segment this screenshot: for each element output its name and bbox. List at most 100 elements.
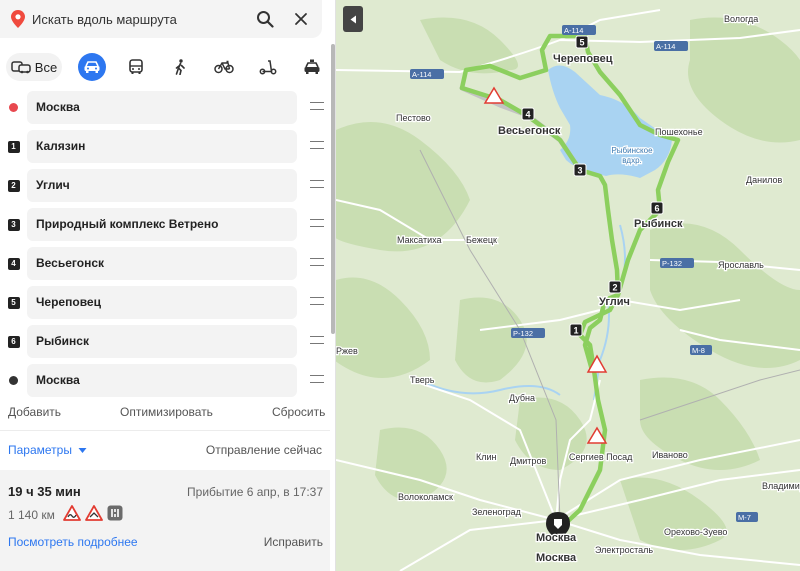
waypoint-row[interactable]: 6 Рыбинск	[0, 324, 335, 363]
drag-handle-icon[interactable]	[310, 375, 324, 383]
city-label: Тверь	[410, 375, 435, 385]
waypoint-input[interactable]: Природный комплекс Ветрено	[27, 208, 297, 241]
road-shield-label: А-114	[412, 70, 431, 79]
waypoint-row[interactable]: Москва	[0, 363, 335, 402]
city-label: Данилов	[746, 175, 782, 185]
city-label: Волоколамск	[398, 492, 453, 502]
route-stop-marker[interactable]: 6	[650, 201, 664, 215]
road-shield: А-114	[654, 41, 688, 51]
city-label: Бежецк	[466, 235, 497, 245]
road-shield-label: Р-132	[513, 329, 533, 338]
close-icon[interactable]	[286, 4, 316, 34]
route-stop-number: 1	[573, 326, 578, 336]
search-icon[interactable]	[250, 4, 280, 34]
route-stop-marker[interactable]: 1	[569, 323, 583, 337]
waypoint-input[interactable]: Москва	[27, 91, 297, 124]
waypoint-marker	[7, 101, 20, 114]
city-label: Владимир	[762, 481, 800, 491]
route-distance: 1 140 км	[8, 508, 55, 522]
view-details-link[interactable]: Посмотреть подробнее	[8, 535, 138, 549]
waypoint-input[interactable]: Москва	[27, 364, 297, 397]
mode-scooter-button[interactable]	[254, 53, 282, 81]
waypoint-input[interactable]: Рыбинск	[27, 325, 297, 358]
waypoint-row[interactable]: 2 Углич	[0, 168, 335, 207]
search-input[interactable]: Искать вдоль маршрута	[32, 12, 250, 27]
add-waypoint-button[interactable]: Добавить	[8, 405, 61, 419]
city-label: Ржев	[336, 346, 358, 356]
drag-handle-icon[interactable]	[310, 102, 324, 110]
drag-handle-icon[interactable]	[310, 219, 324, 227]
transport-mode-bar: Все	[0, 52, 335, 82]
route-summary-card[interactable]: 19 ч 35 мин Прибытие 6 апр, в 17:37 1 14…	[0, 470, 330, 571]
city-label: Пестово	[396, 113, 431, 123]
road-shield-label: А-114	[656, 42, 675, 51]
mode-car-button[interactable]	[78, 53, 106, 81]
waypoint-row[interactable]: 1 Калязин	[0, 129, 335, 168]
route-stop-marker[interactable]: 3	[573, 163, 587, 177]
waypoint-row[interactable]: 5 Череповец	[0, 285, 335, 324]
waypoint-number: 1	[7, 140, 20, 153]
drag-handle-icon[interactable]	[310, 258, 324, 266]
route-duration: 19 ч 35 мин	[8, 484, 81, 499]
bicycle-icon	[214, 60, 234, 74]
road-hazard-icon	[85, 505, 103, 521]
city-label: Пошехонье	[655, 127, 703, 137]
mode-transit-button[interactable]	[122, 53, 150, 81]
waypoint-input[interactable]: Череповец	[27, 286, 297, 319]
city-label: Дмитров	[510, 456, 546, 466]
route-stop-number: 6	[654, 204, 659, 214]
mode-taxi-button[interactable]	[298, 53, 326, 81]
route-panel: Искать вдоль маршрута Все Москва 1 Каляз…	[0, 0, 336, 571]
drag-handle-icon[interactable]	[310, 180, 324, 188]
waypoint-input[interactable]: Весьегонск	[27, 247, 297, 280]
route-stop-marker[interactable]: 5	[575, 35, 589, 49]
waypoint-marker	[7, 374, 20, 387]
waypoint-row[interactable]: Москва	[0, 90, 335, 129]
waypoint-marker: 5	[7, 296, 20, 309]
search-bar[interactable]: Искать вдоль маршрута	[0, 0, 322, 38]
drag-handle-icon[interactable]	[310, 336, 324, 344]
waypoint-marker: 1	[7, 140, 20, 153]
taxi-icon	[304, 59, 320, 74]
city-label: Иваново	[652, 450, 688, 460]
waypoint-marker: 6	[7, 335, 20, 348]
waypoint-input[interactable]: Калязин	[27, 130, 297, 163]
arrival-time: Прибытие 6 апр, в 17:37	[187, 485, 323, 499]
departure-time-button[interactable]: Отправление сейчас	[206, 443, 322, 457]
map-view[interactable]: 1 2 3 4 5 6 Вологда Череповец Весьегонск Пошехон…	[336, 0, 800, 571]
city-label: Углич	[599, 296, 630, 308]
scooter-icon	[259, 60, 277, 75]
bus-icon	[129, 59, 143, 74]
collapse-panel-button[interactable]	[343, 6, 363, 32]
mode-bike-button[interactable]	[210, 53, 238, 81]
optimize-button[interactable]: Оптимизировать	[120, 405, 213, 419]
unpaved-road-icon	[107, 505, 123, 521]
city-label: Москва	[536, 552, 577, 564]
city-label: Орехово-Зуево	[664, 527, 727, 537]
city-label: Сергиев Посад	[569, 452, 633, 462]
waypoint-number: 3	[7, 218, 20, 231]
map-canvas[interactable]: 1 2 3 4 5 6 Вологда Череповец Весьегонск Пошехон…	[336, 0, 800, 571]
road-shield-label: А-114	[564, 26, 583, 35]
reset-button[interactable]: Сбросить	[272, 405, 325, 419]
mode-all-button[interactable]: Все	[6, 53, 62, 81]
city-label: Ярославль	[718, 260, 764, 270]
route-stop-marker[interactable]: 4	[521, 107, 535, 121]
waypoint-row[interactable]: 4 Весьегонск	[0, 246, 335, 285]
city-label: Электросталь	[595, 545, 653, 555]
fix-route-link[interactable]: Исправить	[264, 535, 323, 549]
panel-scrollbar[interactable]	[331, 44, 335, 334]
waypoint-marker: 4	[7, 257, 20, 270]
waypoint-number: 5	[7, 296, 20, 309]
road-hazard-icon	[63, 505, 81, 521]
parameters-dropdown[interactable]: Параметры	[8, 443, 87, 457]
waypoint-marker: 3	[7, 218, 20, 231]
drag-handle-icon[interactable]	[310, 141, 324, 149]
waypoint-input[interactable]: Углич	[27, 169, 297, 202]
drag-handle-icon[interactable]	[310, 297, 324, 305]
mode-walk-button[interactable]	[166, 53, 194, 81]
road-shield: Р-132	[511, 328, 545, 338]
waypoint-row[interactable]: 3 Природный комплекс Ветрено	[0, 207, 335, 246]
route-stop-marker[interactable]: 2	[608, 280, 622, 294]
location-pin-icon	[4, 10, 32, 28]
